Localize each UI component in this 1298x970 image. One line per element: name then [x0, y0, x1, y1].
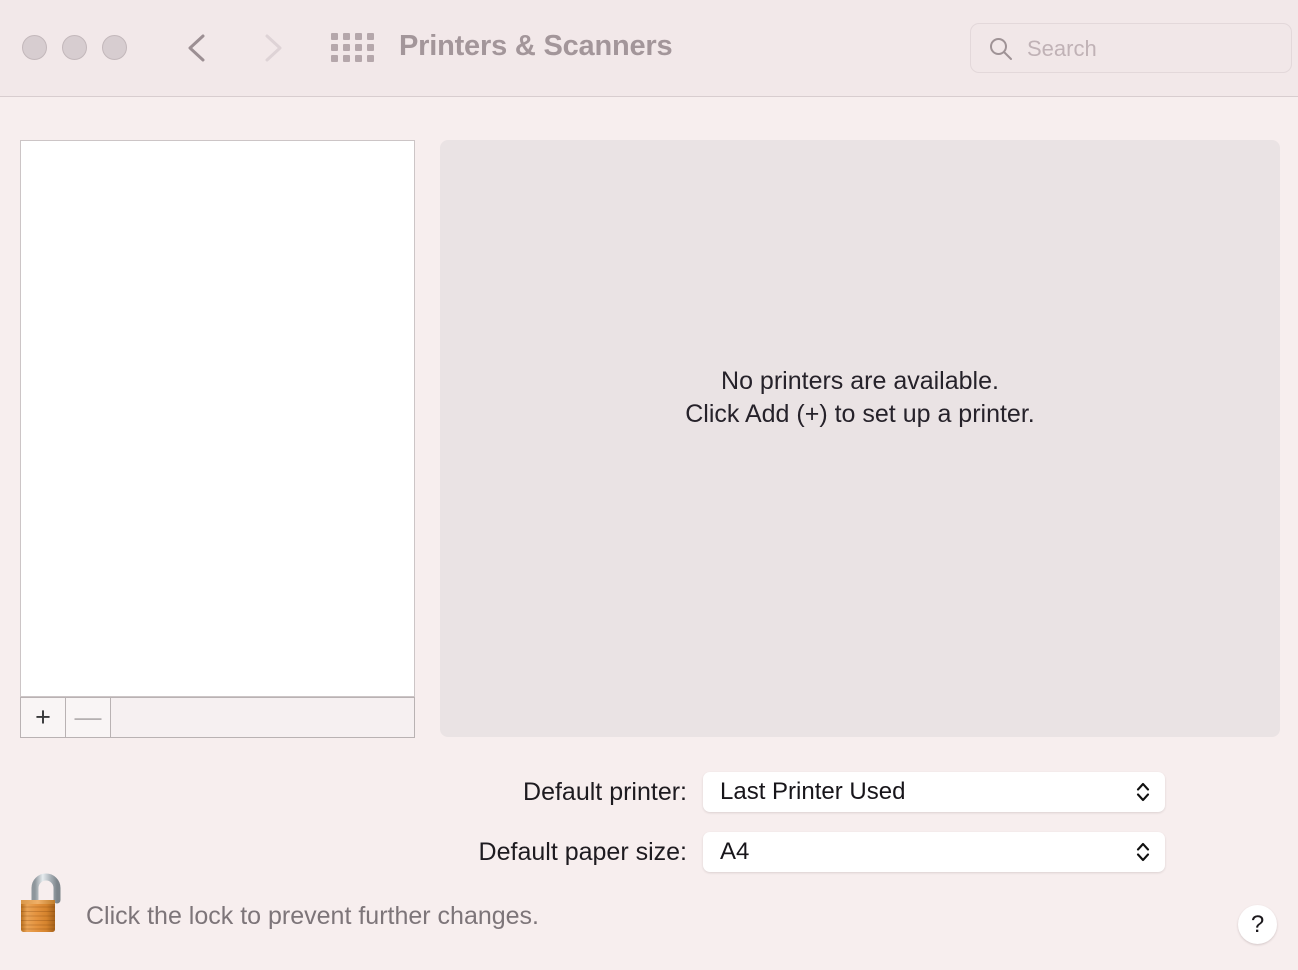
search-input[interactable] [1025, 24, 1284, 74]
chevron-right-icon [252, 28, 292, 68]
show-all-grid-icon[interactable] [331, 33, 373, 63]
default-paper-size-value: A4 [703, 838, 749, 866]
printer-list-toolbar: + — [20, 697, 415, 738]
minimize-button[interactable] [62, 35, 87, 60]
chevron-left-icon [178, 28, 218, 68]
zoom-button[interactable] [102, 35, 127, 60]
empty-state-line-1: No printers are available. [440, 365, 1280, 398]
default-printer-popup[interactable]: Last Printer Used [703, 772, 1165, 812]
unlocked-padlock-icon [15, 872, 71, 938]
add-printer-button[interactable]: + [21, 698, 66, 737]
lock-caption: Click the lock to prevent further change… [86, 902, 539, 931]
back-button[interactable] [178, 28, 218, 68]
chevron-up-down-icon [1135, 780, 1151, 804]
remove-printer-button[interactable]: — [66, 698, 111, 737]
default-paper-size-label: Default paper size: [0, 838, 703, 867]
lock-button[interactable] [15, 872, 71, 938]
traffic-light-buttons [22, 35, 127, 60]
default-paper-size-row: Default paper size: A4 [0, 832, 1165, 872]
default-printer-label: Default printer: [0, 778, 703, 807]
search-field[interactable] [970, 23, 1292, 73]
default-printer-value: Last Printer Used [703, 778, 905, 806]
page-title: Printers & Scanners [399, 30, 672, 63]
default-printer-row: Default printer: Last Printer Used [0, 772, 1165, 812]
search-icon [988, 36, 1014, 62]
help-button[interactable]: ? [1238, 905, 1277, 944]
empty-state-line-2: Click Add (+) to set up a printer. [440, 398, 1280, 431]
empty-state-message: No printers are available. Click Add (+)… [440, 365, 1280, 431]
close-button[interactable] [22, 35, 47, 60]
chevron-up-down-icon [1135, 840, 1151, 864]
window-titlebar: Printers & Scanners [0, 0, 1298, 97]
forward-button[interactable] [252, 28, 292, 68]
toolbar-spacer [111, 698, 414, 737]
printer-detail-panel: No printers are available. Click Add (+)… [440, 140, 1280, 737]
default-paper-size-popup[interactable]: A4 [703, 832, 1165, 872]
printer-list[interactable] [20, 140, 415, 697]
